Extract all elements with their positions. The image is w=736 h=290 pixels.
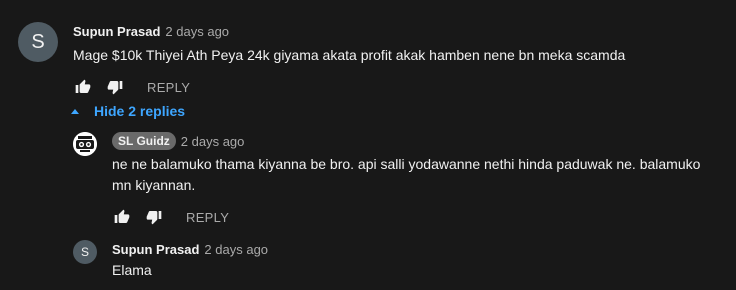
thumbs-up-icon[interactable] <box>73 77 93 97</box>
thumbs-down-icon[interactable] <box>105 77 125 97</box>
reply-text-line: ne ne balamuko thama kiyanna be bro. api… <box>112 156 701 172</box>
reply-time[interactable]: 2 days ago <box>204 242 268 257</box>
comment-text: Mage $10k Thiyei Ath Peya 24k giyama aka… <box>73 47 626 63</box>
comment-author[interactable]: Supun Prasad <box>73 24 160 39</box>
hide-replies-label: Hide 2 replies <box>94 103 186 119</box>
reply-author[interactable]: SL Guidz <box>112 132 176 150</box>
comment-header: Supun Prasad 2 days ago <box>73 22 625 40</box>
reply-button[interactable]: REPLY <box>186 210 229 225</box>
reply-header: Supun Prasad 2 days ago <box>112 240 268 258</box>
reply-text: Elama <box>112 262 152 278</box>
comment: S Supun Prasad 2 days ago Mage $10k Thiy… <box>18 22 625 97</box>
reply: SL Guidz 2 days ago ne ne balamuko thama… <box>73 132 700 227</box>
comment-thread: S Supun Prasad 2 days ago Mage $10k Thiy… <box>0 0 736 290</box>
avatar[interactable]: S <box>18 22 58 62</box>
avatar[interactable]: S <box>73 240 97 264</box>
thumbs-up-icon[interactable] <box>112 207 132 227</box>
reply-time[interactable]: 2 days ago <box>181 134 245 149</box>
caret-up-icon <box>71 108 79 114</box>
reply-header: SL Guidz 2 days ago <box>112 132 700 150</box>
avatar[interactable] <box>73 132 97 156</box>
reply-button[interactable]: REPLY <box>147 80 190 95</box>
channel-logo-icon <box>73 132 97 156</box>
thumbs-down-icon[interactable] <box>144 207 164 227</box>
hide-replies-button[interactable]: Hide 2 replies <box>71 103 185 119</box>
reply: S Supun Prasad 2 days ago Elama <box>73 240 268 281</box>
reply-actions: REPLY <box>112 207 700 227</box>
reply-author[interactable]: Supun Prasad <box>112 242 199 257</box>
reply-text: ne ne balamuko thama kiyanna be bro. api… <box>112 154 700 196</box>
comment-time[interactable]: 2 days ago <box>165 24 229 39</box>
comment-actions: REPLY <box>73 77 625 97</box>
reply-text-line: mn kiyannan. <box>112 177 196 193</box>
